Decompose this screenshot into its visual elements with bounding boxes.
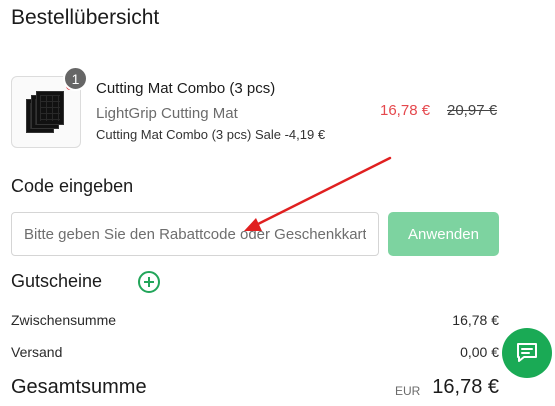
subtotal-value: 16,78 € bbox=[452, 312, 499, 328]
plus-circle-icon[interactable] bbox=[138, 271, 160, 293]
total-currency: EUR bbox=[395, 384, 421, 398]
product-name: Cutting Mat Combo (3 pcs) bbox=[96, 80, 276, 97]
shipping-label: Versand bbox=[11, 344, 63, 360]
product-original-price: 20,97 € bbox=[447, 102, 498, 119]
apply-code-button[interactable]: Anwenden bbox=[388, 212, 499, 256]
chat-icon bbox=[517, 343, 537, 362]
total-value: 16,78 € bbox=[432, 376, 499, 398]
product-thumbnail: 1 bbox=[11, 66, 88, 148]
chat-button[interactable] bbox=[502, 328, 552, 378]
shipping-value: 0,00 € bbox=[460, 344, 499, 360]
code-heading: Code eingeben bbox=[11, 176, 134, 196]
quantity-badge: 1 bbox=[63, 66, 88, 91]
page-title: Bestellübersicht bbox=[11, 6, 160, 29]
coupons-heading: Gutscheine bbox=[11, 271, 103, 291]
discount-code-input[interactable] bbox=[11, 212, 379, 256]
product-price: 16,78 € bbox=[380, 102, 431, 119]
total-label: Gesamtsumme bbox=[11, 376, 147, 398]
product-variant: LightGrip Cutting Mat bbox=[96, 105, 238, 122]
product-sale-note: Cutting Mat Combo (3 pcs) Sale -4,19 € bbox=[96, 127, 326, 142]
cutting-mat-image bbox=[36, 91, 64, 125]
subtotal-label: Zwischensumme bbox=[11, 312, 117, 328]
product-line-item: 1 Cutting Mat Combo (3 pcs) LightGrip Cu… bbox=[11, 66, 501, 148]
